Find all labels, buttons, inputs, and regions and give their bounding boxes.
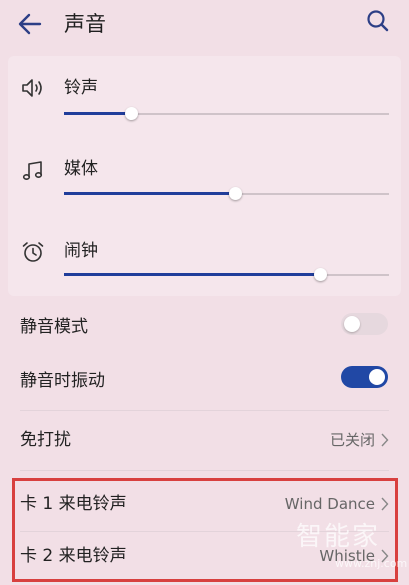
slider-thumb[interactable] xyxy=(229,187,243,200)
media-volume-slider[interactable] xyxy=(64,187,389,201)
slider-fill xyxy=(64,112,133,115)
silent-mode-label: 静音模式 xyxy=(20,317,88,337)
ringtone-volume-label: 铃声 xyxy=(64,78,98,98)
alarm-volume-slider[interactable] xyxy=(64,268,389,282)
toggle-knob xyxy=(369,369,385,385)
vibrate-when-silent-label: 静音时振动 xyxy=(20,371,105,391)
back-arrow-icon[interactable] xyxy=(16,10,44,38)
vibrate-when-silent-toggle[interactable] xyxy=(341,366,388,388)
vibrate-when-silent-row[interactable]: 静音时振动 xyxy=(0,354,409,408)
media-volume-label: 媒体 xyxy=(64,159,98,179)
divider xyxy=(20,410,389,411)
slider-fill xyxy=(64,192,237,195)
speaker-icon xyxy=(22,79,42,97)
silent-mode-toggle[interactable] xyxy=(341,313,388,335)
watermark-url: www.znj.com xyxy=(335,557,408,570)
search-icon[interactable] xyxy=(365,8,391,34)
watermark-logo: 智能家 xyxy=(296,522,381,552)
music-note-icon xyxy=(22,161,43,181)
top-bar: 声音 xyxy=(0,0,409,48)
alarm-clock-icon xyxy=(22,242,44,262)
do-not-disturb-label: 免打扰 xyxy=(20,430,71,450)
slider-thumb[interactable] xyxy=(313,268,327,281)
chevron-right-icon xyxy=(381,433,389,447)
page-title: 声音 xyxy=(64,12,106,36)
slider-thumb[interactable] xyxy=(125,107,139,120)
do-not-disturb-status: 已关闭 xyxy=(329,431,375,449)
do-not-disturb-row[interactable]: 免打扰 已关闭 xyxy=(0,412,409,468)
toggle-knob xyxy=(344,316,360,332)
ringtone-volume-slider[interactable] xyxy=(64,107,389,121)
divider xyxy=(20,470,389,471)
slider-fill xyxy=(64,273,321,276)
silent-mode-row[interactable]: 静音模式 xyxy=(0,300,409,354)
alarm-volume-label: 闹钟 xyxy=(64,241,98,261)
